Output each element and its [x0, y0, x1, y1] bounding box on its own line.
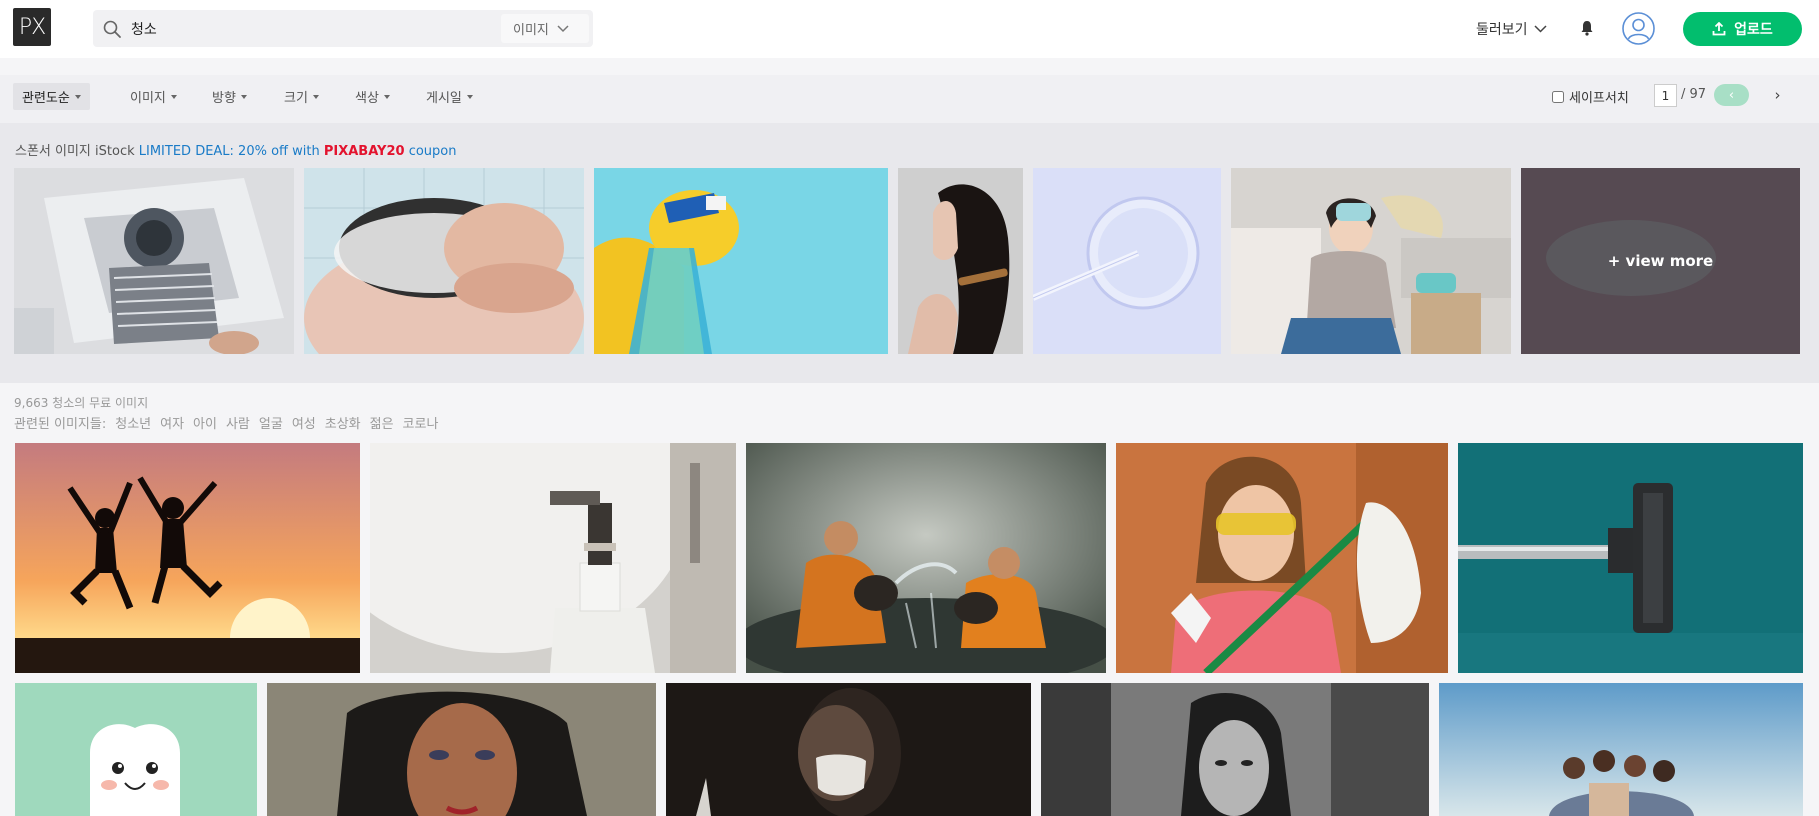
search-input[interactable] — [131, 10, 481, 47]
sponsored-header: 스폰서 이미지 iStock LIMITED DEAL: 20% off wit… — [15, 140, 456, 159]
filter-label: 방향 — [212, 91, 236, 106]
safe-search-label: 세이프서치 — [1569, 91, 1629, 106]
color-filter[interactable]: 색상 — [346, 83, 399, 110]
result-image-girl-bw[interactable] — [1041, 683, 1429, 816]
filter-bar — [0, 75, 1819, 123]
top-header: PX 이미지 둘러보기 업로드 — [0, 0, 1819, 58]
related-term-link[interactable]: 사람 — [226, 413, 250, 432]
result-image-monks-water[interactable] — [746, 443, 1106, 673]
result-image-friends-sky[interactable] — [1439, 683, 1803, 816]
result-image-mask-person[interactable] — [666, 683, 1031, 816]
related-term-link[interactable]: 코로나 — [403, 413, 439, 432]
related-term-link[interactable]: 아이 — [193, 413, 217, 432]
upload-label: 업로드 — [1734, 22, 1773, 38]
chevron-down-icon — [1534, 25, 1547, 33]
related-term-link[interactable]: 여자 — [160, 413, 184, 432]
related-searches: 관련된 이미지들: 청소년 여자 아이 사람 얼굴 여성 초상화 젊은 코로나 — [14, 413, 438, 432]
sponsored-tile-hair-wash[interactable] — [304, 168, 584, 354]
safe-search-checkbox[interactable] — [1552, 90, 1564, 103]
next-page-button[interactable]: › — [1765, 84, 1790, 106]
caret-down-icon — [240, 94, 247, 99]
orientation-filter[interactable]: 방향 — [203, 83, 256, 110]
filter-label: 색상 — [355, 91, 379, 106]
avatar-icon[interactable] — [1622, 12, 1655, 45]
prev-page-button[interactable]: ‹ — [1714, 84, 1749, 106]
caret-down-icon — [74, 94, 81, 99]
upload-button[interactable]: 업로드 — [1683, 12, 1802, 46]
search-bar: 이미지 — [93, 10, 593, 47]
page-total: / 97 — [1681, 87, 1707, 102]
filter-label: 이미지 — [130, 91, 166, 106]
size-filter[interactable]: 크기 — [275, 83, 328, 110]
view-more-button[interactable]: + view more — [1521, 168, 1800, 354]
date-filter[interactable]: 게시일 — [417, 83, 482, 110]
filter-label: 게시일 — [426, 91, 462, 106]
filter-label: 크기 — [284, 91, 308, 106]
related-label: 관련된 이미지들: — [14, 417, 107, 432]
related-term-link[interactable]: 여성 — [292, 413, 316, 432]
view-more-label: + view more — [1607, 252, 1714, 270]
page-number-input[interactable]: 1 — [1654, 84, 1677, 107]
result-image-soap-dispenser[interactable] — [370, 443, 736, 673]
result-count: 9,663 청소의 무료 이미지 — [14, 396, 149, 410]
deal-link[interactable]: LIMITED DEAL: 20% off with — [139, 144, 320, 159]
sort-relevance-filter[interactable]: 관련도순 — [13, 83, 90, 110]
image-type-filter[interactable]: 이미지 — [121, 83, 186, 110]
safe-search-toggle[interactable]: 세이프서치 — [1552, 87, 1629, 106]
bell-icon[interactable] — [1579, 19, 1595, 37]
result-image-tooth-cartoon[interactable] — [15, 683, 257, 816]
search-type-select[interactable]: 이미지 — [501, 14, 589, 43]
caret-down-icon — [170, 94, 177, 99]
explore-menu[interactable]: 둘러보기 — [1476, 19, 1547, 39]
search-icon[interactable] — [101, 18, 123, 40]
related-term-link[interactable]: 청소년 — [115, 413, 151, 432]
sponsored-tile-spray-bottle[interactable] — [594, 168, 888, 354]
caret-down-icon — [466, 94, 473, 99]
search-type-label: 이미지 — [513, 23, 549, 38]
sponsored-tile-petri-dish[interactable] — [1033, 168, 1221, 354]
related-term-link[interactable]: 초상화 — [325, 413, 361, 432]
coupon-link[interactable]: coupon — [409, 144, 457, 159]
sponsored-prefix: 스폰서 이미지 iStock — [15, 144, 135, 159]
caret-down-icon — [383, 94, 390, 99]
result-image-vacuum-carpet[interactable] — [1458, 443, 1803, 673]
pixabay-logo[interactable]: PX — [13, 8, 51, 46]
related-term-link[interactable]: 얼굴 — [259, 413, 283, 432]
upload-icon — [1712, 22, 1726, 36]
result-image-woman-mop[interactable] — [1116, 443, 1448, 673]
chevron-down-icon — [557, 24, 569, 32]
filter-label: 관련도순 — [22, 91, 70, 106]
caret-down-icon — [312, 94, 319, 99]
explore-label: 둘러보기 — [1476, 22, 1528, 38]
sponsored-tile-ac-unit[interactable] — [14, 168, 294, 354]
sponsored-tile-hair-profile[interactable] — [898, 168, 1023, 354]
sponsored-tile-tired-woman[interactable] — [1231, 168, 1511, 354]
result-image-woman-portrait[interactable] — [267, 683, 656, 816]
related-term-link[interactable]: 젊은 — [370, 413, 394, 432]
coupon-code: PIXABAY20 — [323, 144, 405, 159]
result-image-sunset-jump[interactable] — [15, 443, 360, 673]
